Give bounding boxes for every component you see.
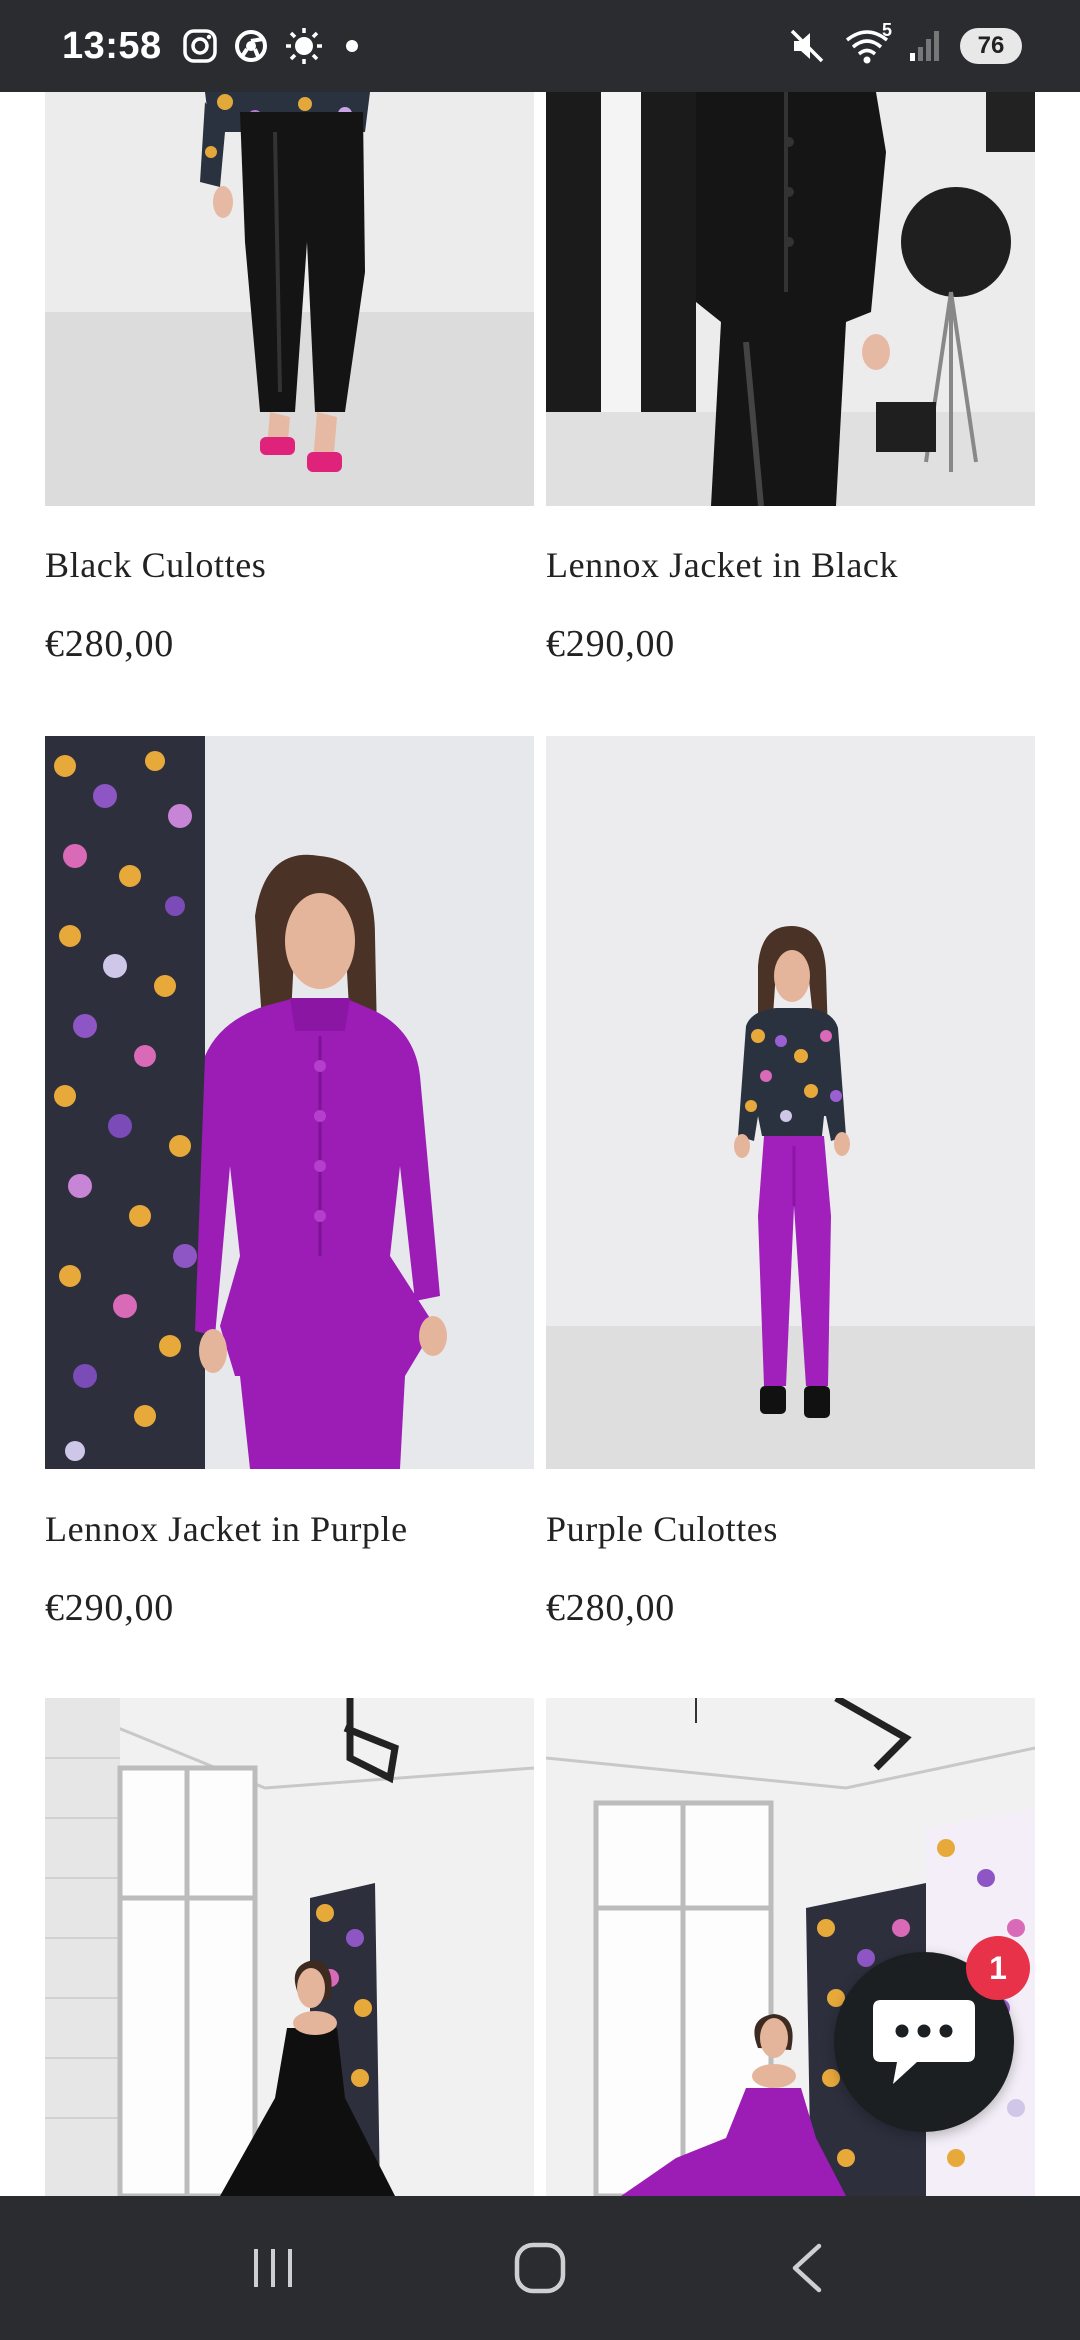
status-bar: 13:58 5 76 (0, 0, 1080, 92)
product-image[interactable] (45, 92, 534, 506)
recent-apps-button[interactable] (213, 2218, 333, 2318)
product-price: €290,00 (45, 1587, 175, 1629)
status-time: 13:58 (62, 24, 162, 67)
product-card-purple-culottes[interactable]: Purple Culottes €280,00 (546, 736, 1035, 1656)
home-icon (514, 2242, 566, 2294)
product-image[interactable] (45, 1698, 534, 2196)
mute-icon (790, 29, 824, 63)
product-name[interactable]: Purple Culottes (546, 1508, 778, 1550)
home-button[interactable] (480, 2218, 600, 2318)
product-price: €290,00 (546, 623, 676, 665)
recent-apps-icon (254, 2249, 293, 2287)
back-icon (792, 2243, 821, 2293)
battery-indicator: 76 (960, 28, 1022, 64)
product-image[interactable] (546, 92, 1035, 506)
product-image[interactable] (546, 736, 1035, 1469)
product-name[interactable]: Lennox Jacket in Purple (45, 1508, 408, 1550)
notification-icons (182, 26, 364, 66)
product-name[interactable]: Lennox Jacket in Black (546, 544, 898, 586)
product-price: €280,00 (546, 1587, 676, 1629)
product-card-lennox-jacket-purple[interactable]: Lennox Jacket in Purple €290,00 (45, 736, 534, 1656)
instagram-icon (182, 29, 217, 63)
signal-icon (910, 31, 939, 61)
product-name[interactable]: Black Culottes (45, 544, 266, 586)
product-card-lennox-jacket-black[interactable]: Lennox Jacket in Black €290,00 (546, 92, 1035, 692)
dot-icon (345, 40, 358, 52)
product-image[interactable] (45, 736, 534, 1469)
wifi-band-label: 5 (881, 20, 892, 40)
back-button[interactable] (747, 2218, 867, 2318)
system-nav-bar (0, 2196, 1080, 2340)
product-card[interactable] (45, 1698, 534, 2196)
system-icons: 5 76 (788, 20, 1022, 66)
chat-bubble-icon (873, 2000, 975, 2084)
chat-notification-badge: 1 (966, 1936, 1030, 2000)
product-price: €280,00 (45, 623, 175, 665)
chrome-icon (234, 30, 267, 62)
wifi-icon: 5 (844, 20, 892, 66)
product-card-black-culottes[interactable]: Black Culottes €280,00 (45, 92, 534, 692)
brightness-icon (285, 28, 322, 64)
